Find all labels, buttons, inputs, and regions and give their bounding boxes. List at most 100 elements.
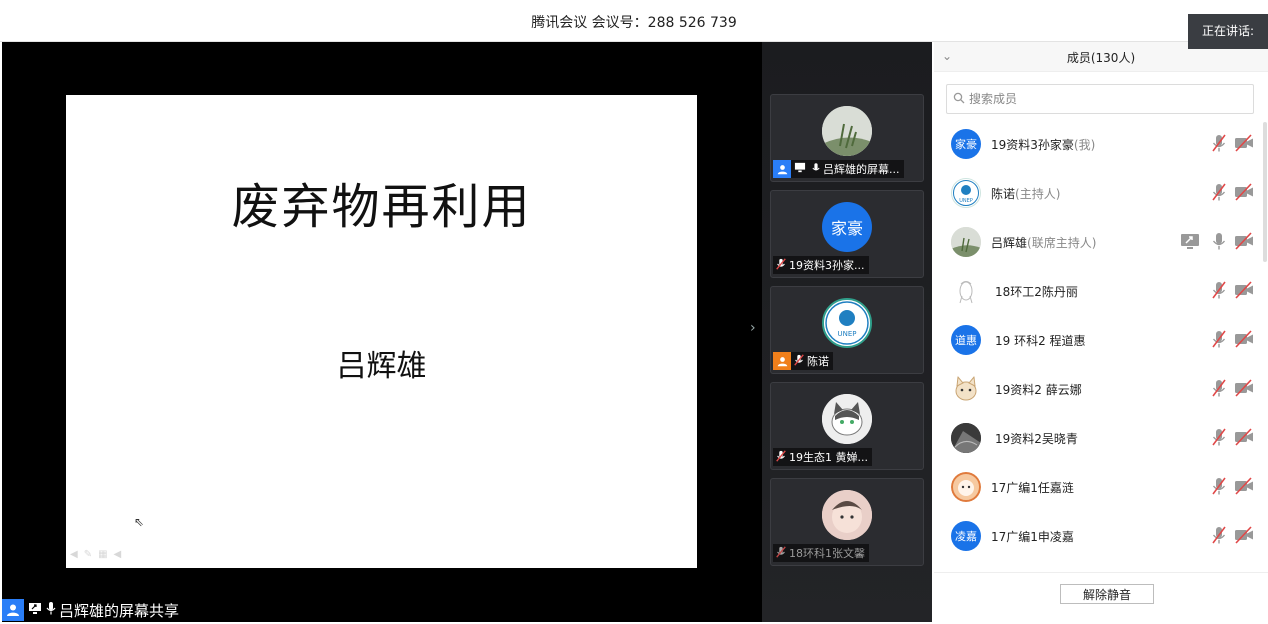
chevron-right-icon[interactable]: ›	[750, 320, 756, 336]
microphone-muted-icon	[794, 353, 804, 369]
avatar: 道惠	[951, 325, 981, 355]
list-item[interactable]: 19资料2 薛云娜	[934, 364, 1268, 413]
microphone-muted-icon	[776, 545, 786, 561]
tile-name: 19资料3孙家...	[789, 259, 865, 272]
avatar	[951, 227, 981, 257]
mouse-cursor-icon: ⇖	[134, 515, 145, 529]
microphone-muted-icon[interactable]	[1212, 378, 1226, 398]
screen-share-icon[interactable]	[1180, 231, 1200, 251]
video-gallery: 吕辉雄的屏幕... 家豪 19资料3孙家... UNEP 陈诺 19生态1 黄婵…	[762, 42, 932, 622]
gallery-tile[interactable]: 18环科1张文馨	[770, 478, 924, 566]
microphone-muted-icon[interactable]	[1212, 133, 1226, 153]
gallery-tile[interactable]: 19生态1 黄婵...	[770, 382, 924, 470]
member-status-icons	[1200, 133, 1254, 153]
member-status-icons	[1200, 476, 1254, 496]
microphone-icon[interactable]	[1212, 231, 1226, 251]
avatar	[951, 472, 981, 502]
list-item[interactable]: 17广编1任嘉涟	[934, 462, 1268, 511]
slide-tools-icon: ◀✎▦◀	[70, 549, 128, 560]
member-status-icons	[1200, 182, 1254, 202]
camera-off-icon[interactable]	[1234, 182, 1254, 202]
avatar	[951, 423, 981, 453]
tile-name: 19生态1 黄婵...	[789, 451, 868, 464]
tile-label: 陈诺	[773, 352, 833, 370]
unmute-all-button[interactable]: 解除静音	[1060, 584, 1154, 604]
member-name: 19 环科2 程道惠	[995, 332, 1086, 349]
slide-author: 吕辉雄	[336, 349, 427, 384]
member-status-icons	[1200, 427, 1254, 447]
microphone-muted-icon[interactable]	[1212, 280, 1226, 300]
gallery-tile[interactable]: UNEP 陈诺	[770, 286, 924, 374]
list-item[interactable]: 家豪 19资料3孙家豪(我)	[934, 119, 1268, 168]
camera-off-icon[interactable]	[1234, 476, 1254, 496]
member-status-icons	[1200, 280, 1254, 300]
member-list-scrollbar[interactable]	[1263, 122, 1267, 262]
svg-text:UNEP: UNEP	[837, 330, 856, 338]
avatar	[822, 106, 872, 156]
avatar: UNEP	[951, 178, 981, 208]
list-item[interactable]: UNEP 陈诺(主持人)	[934, 168, 1268, 217]
list-item[interactable]: 19资料2吴晓青	[934, 413, 1268, 462]
microphone-muted-icon[interactable]	[1212, 476, 1226, 496]
member-status-icons	[1200, 329, 1254, 349]
microphone-muted-icon[interactable]	[1212, 525, 1226, 545]
microphone-icon	[812, 162, 820, 177]
meeting-title: 腾讯会议 会议号：288 526 739	[531, 15, 737, 31]
list-item[interactable]: 道惠 19 环科2 程道惠	[934, 315, 1268, 364]
member-status-icons	[1200, 525, 1254, 545]
search-input[interactable]	[969, 92, 1239, 106]
member-name-text: 19资料2吴晓青	[995, 432, 1078, 446]
avatar-initials: 道惠	[955, 334, 977, 347]
member-list: 家豪 19资料3孙家豪(我) UNEP 陈诺(主持人) 吕辉雄(联席主持人) 1…	[934, 119, 1268, 560]
share-owner-label: 吕辉雄的屏幕共享	[59, 601, 180, 620]
camera-off-icon[interactable]	[1234, 231, 1254, 251]
screen-share-icon	[28, 602, 42, 619]
avatar	[951, 276, 981, 306]
camera-off-icon[interactable]	[1234, 525, 1254, 545]
microphone-icon	[46, 601, 56, 619]
member-name-text: 陈诺	[991, 187, 1016, 201]
tile-label: 19生态1 黄婵...	[773, 448, 872, 466]
member-name-text: 吕辉雄	[991, 236, 1028, 250]
avatar	[822, 490, 872, 540]
tile-name: 18环科1张文馨	[789, 547, 865, 560]
avatar-initials: 家豪	[955, 138, 977, 151]
list-item[interactable]: 凌嘉 17广编1申凌嘉	[934, 511, 1268, 560]
avatar-initials: 凌嘉	[955, 530, 977, 543]
tile-label: 19资料3孙家...	[773, 256, 869, 274]
title-bar: 腾讯会议 会议号：288 526 739	[0, 0, 1268, 42]
camera-off-icon[interactable]	[1234, 280, 1254, 300]
member-search[interactable]	[946, 84, 1254, 114]
microphone-muted-icon	[776, 449, 786, 465]
screen-share-label: 吕辉雄的屏幕共享	[2, 598, 179, 622]
tile-label: 18环科1张文馨	[773, 544, 869, 562]
avatar	[951, 374, 981, 404]
presentation-slide: 废弃物再利用 吕辉雄 ⇖ ◀✎▦◀	[66, 95, 697, 568]
gallery-tile[interactable]: 吕辉雄的屏幕...	[770, 94, 924, 182]
list-item[interactable]: 吕辉雄(联席主持人)	[934, 217, 1268, 266]
camera-off-icon[interactable]	[1234, 378, 1254, 398]
microphone-muted-icon[interactable]	[1212, 427, 1226, 447]
camera-off-icon[interactable]	[1234, 427, 1254, 447]
camera-off-icon[interactable]	[1234, 329, 1254, 349]
shared-screen-stage: 废弃物再利用 吕辉雄 ⇖ ◀✎▦◀ 吕辉雄的屏幕共享 › 吕辉雄的屏幕... 家…	[2, 42, 932, 622]
member-name: 19资料2 薛云娜	[995, 381, 1082, 398]
list-item[interactable]: 18环工2陈丹丽	[934, 266, 1268, 315]
gallery-tile[interactable]: 家豪 19资料3孙家...	[770, 190, 924, 278]
microphone-muted-icon[interactable]	[1212, 329, 1226, 349]
member-status-icons	[1180, 231, 1254, 251]
user-icon	[773, 160, 791, 178]
camera-off-icon[interactable]	[1234, 133, 1254, 153]
microphone-muted-icon[interactable]	[1212, 182, 1226, 202]
svg-text:UNEP: UNEP	[959, 198, 973, 204]
member-role: (主持人)	[1015, 187, 1061, 201]
member-status-icons	[1200, 378, 1254, 398]
member-name-text: 17广编1任嘉涟	[991, 481, 1074, 495]
member-name-text: 19资料3孙家豪	[991, 138, 1074, 152]
member-role: (联席主持人)	[1027, 236, 1097, 250]
member-name: 吕辉雄(联席主持人)	[991, 234, 1096, 251]
tile-name: 陈诺	[807, 355, 829, 368]
members-panel: ⌄ 成员(130人) 家豪 19资料3孙家豪(我) UNEP 陈诺(主持人)	[934, 42, 1268, 624]
tile-name: 吕辉雄的屏幕...	[823, 163, 900, 176]
search-icon	[953, 92, 965, 107]
